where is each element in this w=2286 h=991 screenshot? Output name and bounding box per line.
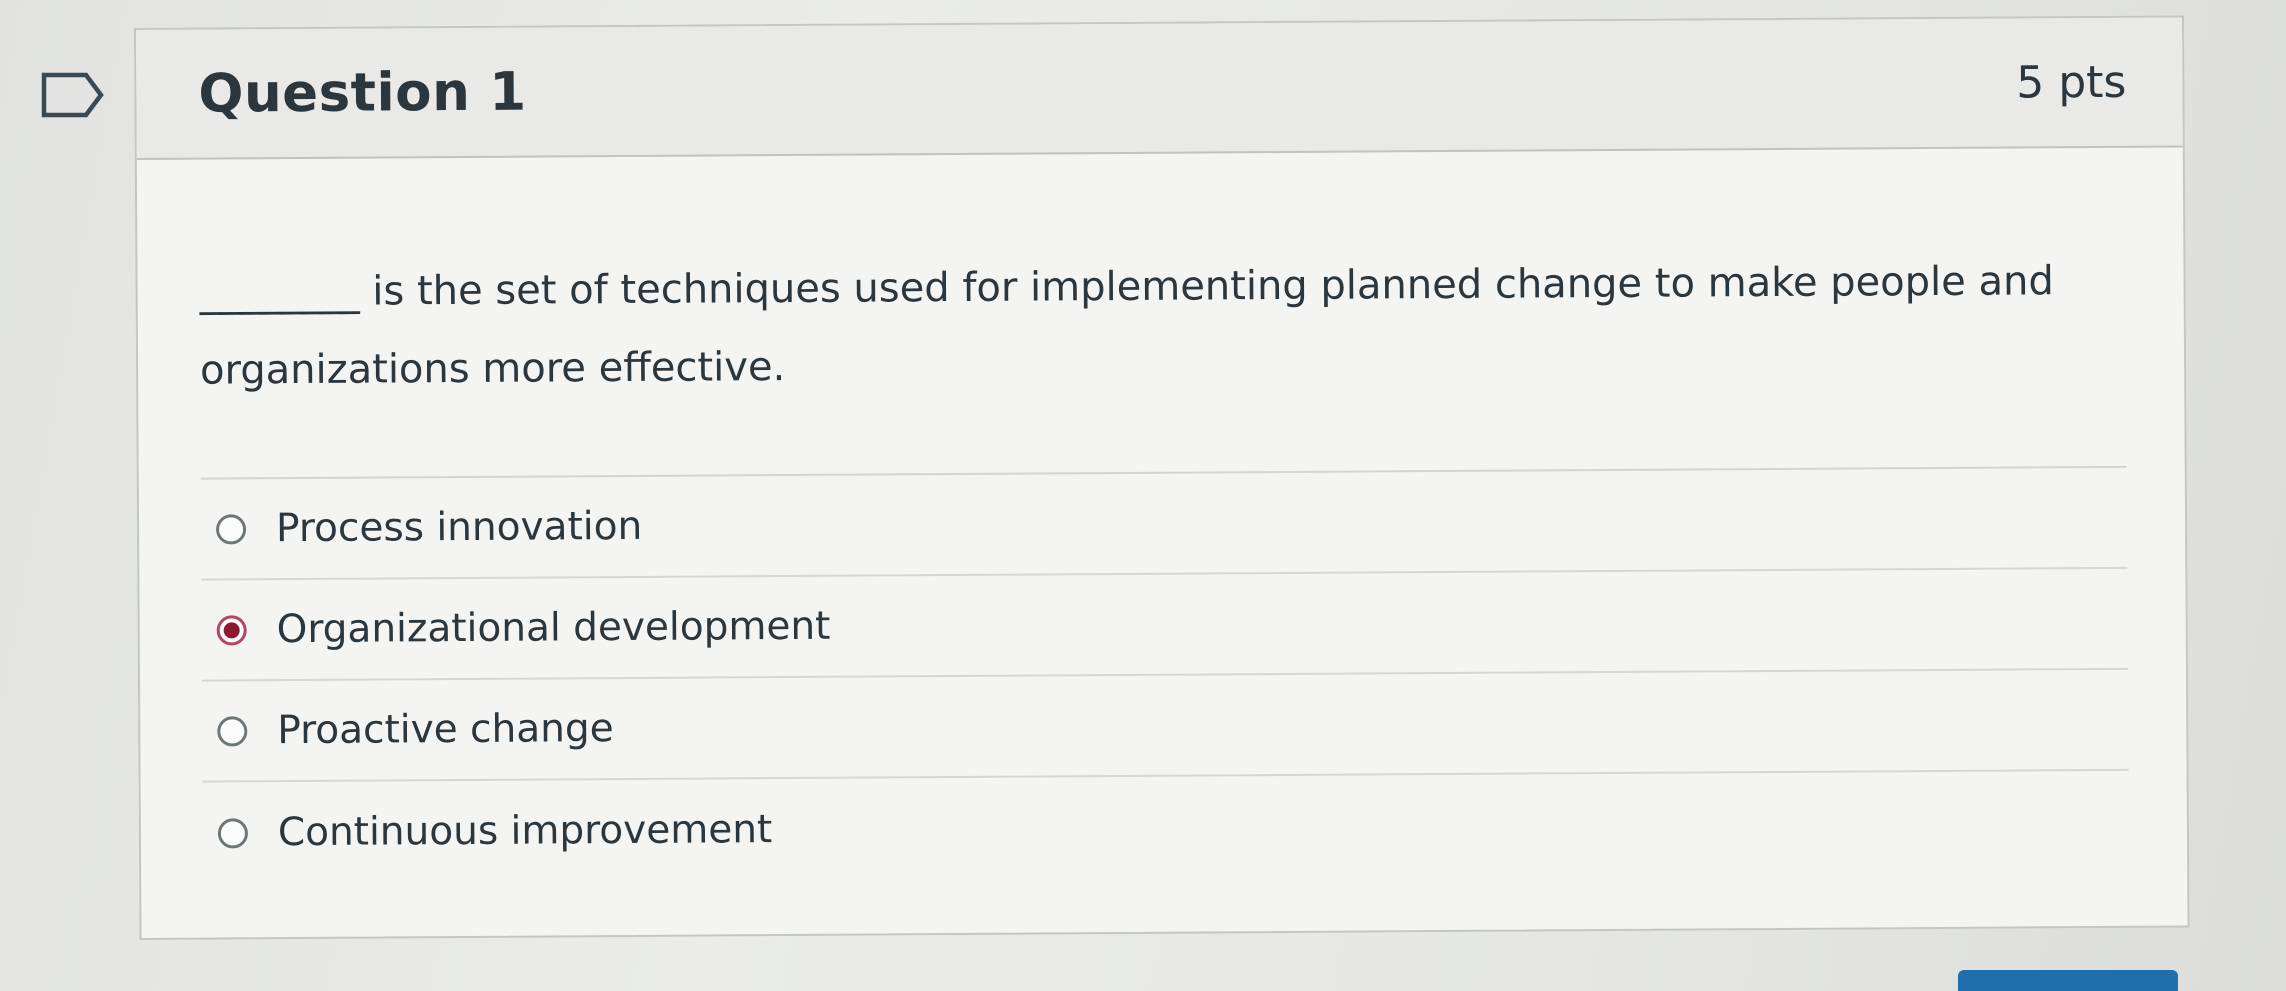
question-card: Question 1 5 pts ________ is the set of … bbox=[134, 15, 2190, 940]
answer-label[interactable]: Continuous improvement bbox=[278, 807, 773, 855]
answer-label[interactable]: Organizational development bbox=[277, 604, 831, 652]
question-text: ________ is the set of techniques used f… bbox=[199, 258, 2054, 394]
answer-label[interactable]: Process innovation bbox=[276, 504, 642, 551]
answer-option-organizational-development[interactable]: Organizational development bbox=[201, 568, 2128, 682]
question-body: ________ is the set of techniques used f… bbox=[137, 241, 2187, 883]
answer-label[interactable]: Proactive change bbox=[277, 706, 614, 753]
question-points: 5 pts bbox=[2016, 56, 2127, 109]
radio-filled-icon[interactable] bbox=[216, 614, 247, 646]
question-title: Question 1 bbox=[198, 61, 527, 125]
radio-empty-icon[interactable] bbox=[217, 817, 249, 849]
answer-option-proactive-change[interactable]: Proactive change bbox=[201, 669, 2129, 783]
radio-empty-icon[interactable] bbox=[215, 513, 247, 545]
radio-empty-icon[interactable] bbox=[217, 715, 248, 747]
flag-question-icon[interactable] bbox=[40, 70, 106, 120]
answer-list: Process innovation Organizational develo… bbox=[200, 467, 2130, 884]
submit-button[interactable] bbox=[1958, 970, 2178, 991]
answer-option-continuous-improvement[interactable]: Continuous improvement bbox=[203, 771, 2130, 884]
question-header: Question 1 5 pts bbox=[136, 17, 2183, 160]
answer-option-process-innovation[interactable]: Process innovation bbox=[200, 467, 2128, 581]
